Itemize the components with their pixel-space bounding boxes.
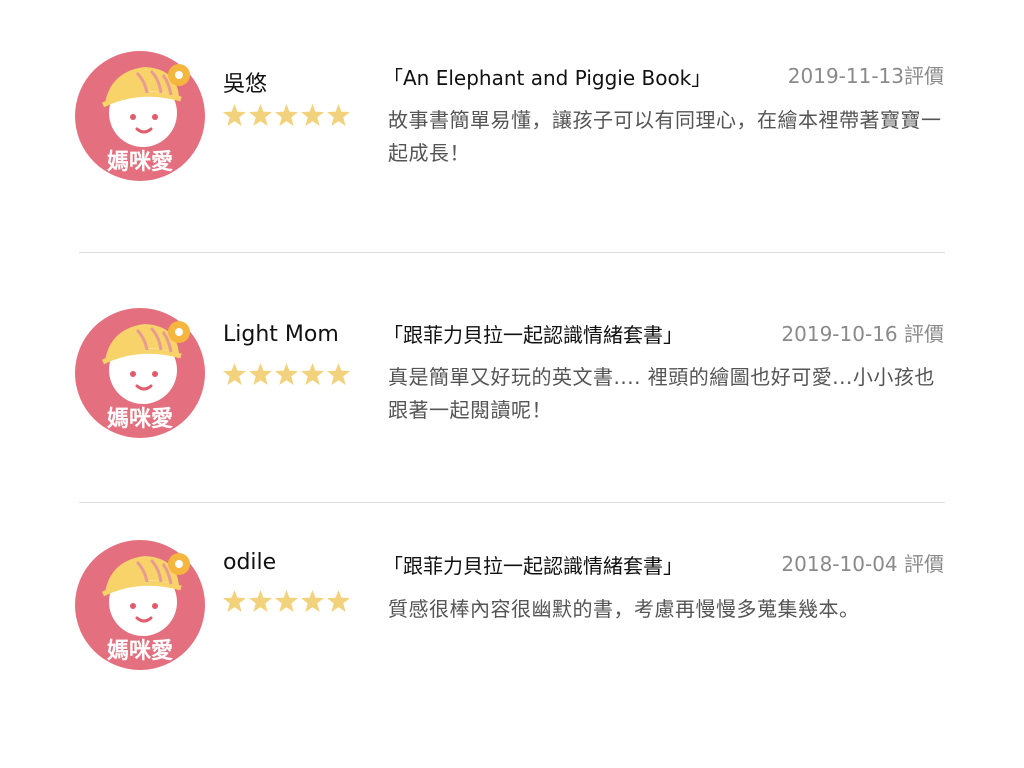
avatar-brand-text: 媽咪愛 — [107, 406, 173, 432]
avatar-brand-text: 媽咪愛 — [107, 638, 173, 664]
review-text: 質感很棒內容很幽默的書，考慮再慢慢多蒐集幾本。 — [388, 597, 860, 621]
avatar-brand-text: 媽咪愛 — [107, 149, 173, 175]
baby-mascot-icon: 媽咪愛 — [75, 308, 205, 438]
star-rating — [223, 590, 350, 612]
star-icon — [249, 104, 272, 126]
book-title-link[interactable]: 「An Elephant and Piggie Book」 — [383, 62, 711, 91]
review-date: 2019-11-13評價 — [787, 64, 944, 88]
review-date: 2019-10-16 評價 — [781, 322, 944, 346]
divider — [79, 502, 945, 503]
star-icon — [223, 363, 246, 385]
star-icon — [249, 363, 272, 385]
book-title-link[interactable]: 「跟菲力貝拉一起認識情緒套書」 — [383, 550, 683, 579]
review-list: 媽咪愛 吳悠 「An Elephant and Piggie Book」 201… — [0, 0, 1024, 768]
baby-mascot-icon: 媽咪愛 — [75, 51, 205, 181]
avatar[interactable]: 媽咪愛 — [75, 308, 205, 438]
star-icon — [301, 590, 324, 612]
star-icon — [327, 104, 350, 126]
avatar[interactable]: 媽咪愛 — [75, 51, 205, 181]
star-icon — [275, 590, 298, 612]
baby-mascot-icon: 媽咪愛 — [75, 540, 205, 670]
star-icon — [249, 590, 272, 612]
review-text: 故事書簡單易懂，讓孩子可以有同理心，在繪本裡帶著寶寶一起成長！ — [388, 108, 942, 165]
divider — [79, 252, 945, 253]
reviewer-name[interactable]: Light Mom — [223, 322, 339, 347]
book-title-link[interactable]: 「跟菲力貝拉一起認識情緒套書」 — [383, 319, 683, 348]
review-date: 2018-10-04 評價 — [781, 552, 944, 576]
star-icon — [223, 590, 246, 612]
star-rating — [223, 104, 350, 126]
star-icon — [327, 363, 350, 385]
review-text: 真是簡單又好玩的英文書.... 裡頭的繪圖也好可愛...小小孩也跟著一起閱讀呢！ — [388, 365, 935, 422]
star-icon — [223, 104, 246, 126]
star-icon — [275, 104, 298, 126]
reviewer-name[interactable]: odile — [223, 550, 276, 575]
star-rating — [223, 363, 350, 385]
star-icon — [301, 104, 324, 126]
star-icon — [327, 590, 350, 612]
star-icon — [275, 363, 298, 385]
reviewer-name[interactable]: 吳悠 — [223, 66, 267, 98]
star-icon — [301, 363, 324, 385]
avatar[interactable]: 媽咪愛 — [75, 540, 205, 670]
